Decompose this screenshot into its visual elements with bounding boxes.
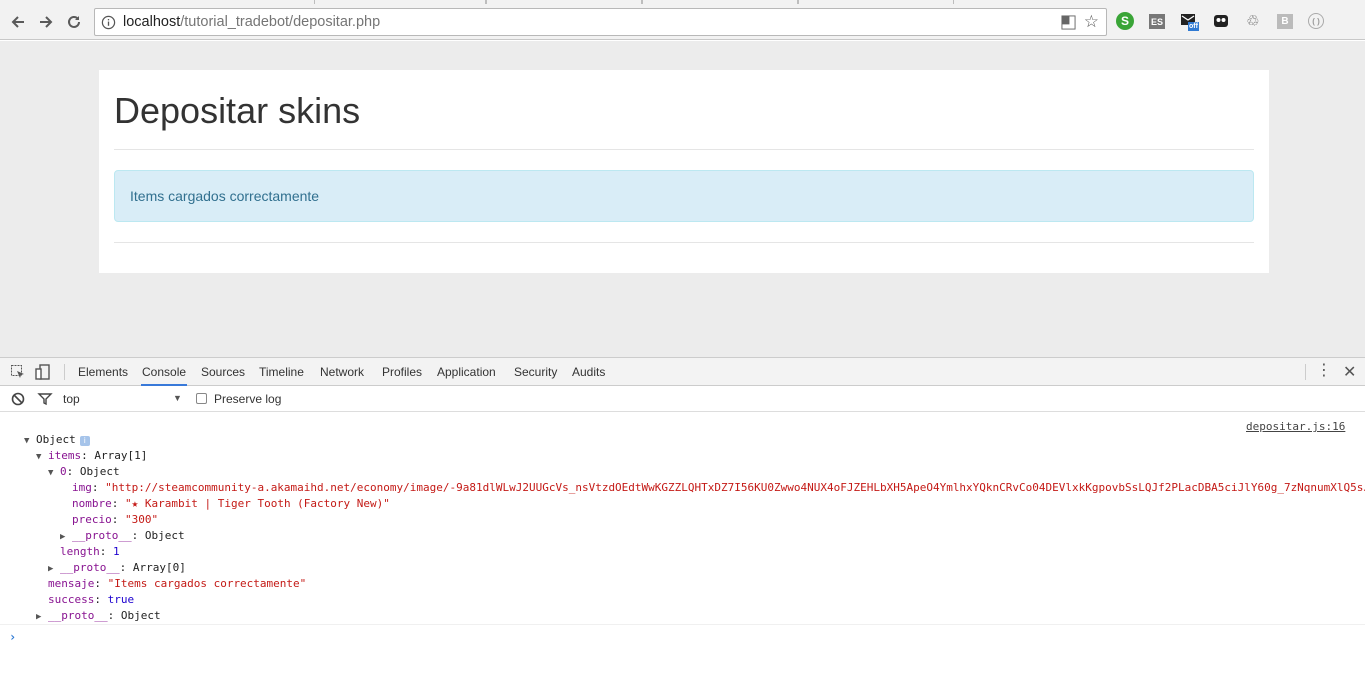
more-options-icon[interactable]: ⋮ bbox=[1316, 363, 1332, 379]
console-prompt-icon[interactable]: › bbox=[9, 630, 16, 644]
extension-green-icon[interactable]: S bbox=[1116, 12, 1134, 30]
page-title: Depositar skins bbox=[114, 90, 361, 131]
console-line[interactable]: ▼ items: Array[1] bbox=[36, 448, 147, 464]
clear-console-icon[interactable] bbox=[10, 391, 26, 407]
translate-icon[interactable] bbox=[1061, 15, 1076, 30]
console-line[interactable]: ▼ Object i bbox=[24, 432, 90, 448]
expanded-triangle-icon[interactable]: ▼ bbox=[36, 449, 48, 465]
close-devtools-icon[interactable]: ✕ bbox=[1343, 362, 1356, 382]
reload-icon bbox=[68, 15, 80, 28]
url-path: /tutorial_tradebot/depositar.php bbox=[180, 14, 381, 30]
url-host: localhost bbox=[123, 14, 181, 30]
source-link[interactable]: depositar.js:16 bbox=[1246, 420, 1345, 433]
tab-network[interactable]: Network bbox=[319, 358, 365, 386]
console-line: length: 1 bbox=[60, 545, 120, 558]
content-panel: Depositar skins Items cargados correctam… bbox=[99, 70, 1269, 273]
tab-security[interactable]: Security bbox=[513, 358, 558, 386]
console-line[interactable]: ▶ __proto__: Object bbox=[60, 528, 185, 544]
url-text[interactable]: localhost/tutorial_tradebot/depositar.ph… bbox=[123, 14, 380, 30]
forward-button[interactable] bbox=[35, 11, 57, 33]
collapsed-triangle-icon[interactable]: ▶ bbox=[48, 561, 60, 577]
extension-recycle-icon[interactable]: ♲ bbox=[1244, 12, 1262, 30]
console-line[interactable]: ▼ 0: Object bbox=[48, 464, 120, 480]
console-toolbar: top ▼ Preserve log bbox=[0, 386, 1365, 412]
collapsed-triangle-icon[interactable]: ▶ bbox=[60, 529, 72, 545]
console-line: precio: "300" bbox=[72, 513, 159, 526]
bookmark-star-icon[interactable]: ☆ bbox=[1084, 13, 1099, 31]
tab-audits[interactable]: Audits bbox=[571, 358, 606, 386]
arrow-left-icon bbox=[11, 16, 24, 28]
back-button[interactable] bbox=[7, 11, 29, 33]
tab-elements[interactable]: Elements bbox=[77, 358, 129, 386]
tab-timeline[interactable]: Timeline bbox=[258, 358, 305, 386]
tab-application[interactable]: Application bbox=[436, 358, 497, 386]
extension-b-icon[interactable]: B bbox=[1277, 14, 1293, 29]
inspect-element-icon[interactable] bbox=[10, 364, 26, 380]
divider bbox=[114, 149, 1254, 150]
mask-icon bbox=[1214, 15, 1228, 27]
off-badge: off bbox=[1188, 22, 1199, 31]
extension-mask-icon[interactable] bbox=[1212, 12, 1230, 30]
tab-console[interactable]: Console bbox=[141, 358, 188, 386]
expanded-triangle-icon[interactable]: ▼ bbox=[48, 465, 60, 481]
preserve-log-checkbox[interactable] bbox=[196, 393, 207, 404]
tab-profiles[interactable]: Profiles bbox=[381, 358, 423, 386]
tab-sources[interactable]: Sources bbox=[200, 358, 246, 386]
extension-mail-icon[interactable]: off bbox=[1180, 12, 1199, 31]
reload-button[interactable] bbox=[63, 11, 85, 33]
info-badge-icon: i bbox=[79, 436, 90, 446]
collapsed-triangle-icon[interactable]: ▶ bbox=[36, 609, 48, 625]
context-selector[interactable]: top bbox=[63, 392, 80, 406]
browser-toolbar: localhost/tutorial_tradebot/depositar.ph… bbox=[0, 4, 1365, 40]
arrow-right-icon bbox=[40, 16, 53, 28]
dropdown-arrow-icon[interactable]: ▼ bbox=[173, 393, 182, 403]
divider bbox=[0, 624, 1365, 625]
address-bar[interactable]: localhost/tutorial_tradebot/depositar.ph… bbox=[94, 8, 1107, 36]
devtools-panel: Elements Console Sources Timeline Networ… bbox=[0, 357, 1365, 687]
extension-circle-icon[interactable]: ( ) bbox=[1308, 13, 1324, 29]
page-viewport: Depositar skins Items cargados correctam… bbox=[0, 41, 1365, 357]
console-line[interactable]: ▶ __proto__: Object bbox=[36, 608, 161, 624]
filter-icon[interactable] bbox=[37, 391, 53, 407]
separator bbox=[64, 364, 65, 380]
console-line: success: true bbox=[48, 593, 135, 606]
preserve-log-label[interactable]: Preserve log bbox=[214, 392, 281, 406]
info-icon[interactable] bbox=[101, 15, 116, 30]
console-line: mensaje: "Items cargados correctamente" bbox=[48, 577, 307, 590]
expanded-triangle-icon[interactable]: ▼ bbox=[24, 433, 36, 449]
console-output: depositar.js:16 ▼ Object i ▼ items: Array[1… bbox=[0, 413, 1365, 687]
console-line: img: "http://steamcommunity-a.akamaihd.n… bbox=[72, 481, 1365, 494]
extension-es-icon[interactable]: ES bbox=[1149, 14, 1165, 29]
separator bbox=[1305, 364, 1306, 380]
divider bbox=[114, 242, 1254, 243]
device-toolbar-icon[interactable] bbox=[35, 364, 51, 380]
devtools-tabbar: Elements Console Sources Timeline Networ… bbox=[0, 358, 1365, 386]
console-line[interactable]: ▶ __proto__: Array[0] bbox=[48, 560, 186, 576]
info-alert: Items cargados correctamente bbox=[114, 170, 1254, 222]
console-line: nombre: "★ Karambit | Tiger Tooth (Facto… bbox=[72, 497, 390, 510]
